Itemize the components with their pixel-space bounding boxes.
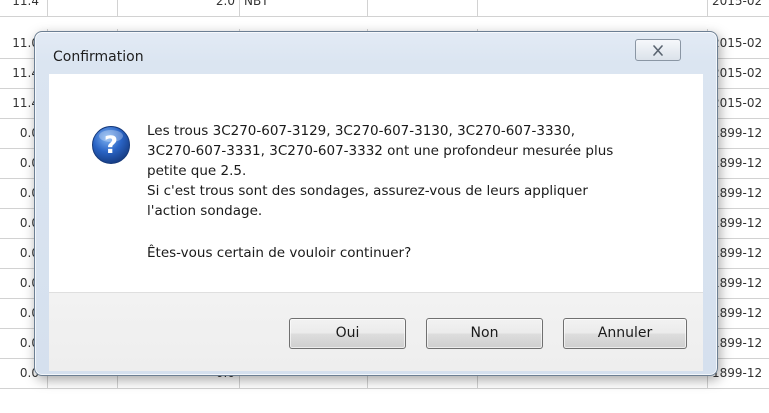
confirm-question: Êtes-vous certain de vouloir continuer? xyxy=(147,245,412,261)
confirmation-dialog: Confirmation ? Les trous 3C270-607-3129,… xyxy=(34,31,718,376)
message-line: Si c'est trous sont des sondages, assure… xyxy=(147,183,588,199)
dialog-message: Les trous 3C270-607-3129, 3C270-607-3130… xyxy=(147,121,687,263)
message-line: Les trous 3C270-607-3129, 3C270-607-3130… xyxy=(147,123,576,139)
grid-cell[interactable] xyxy=(478,0,708,16)
grid-cell[interactable]: NBT xyxy=(240,0,368,16)
message-line: petite que 2.5. xyxy=(147,163,247,179)
table-row[interactable]: 11.4 2.0 NBT 2015-02 xyxy=(0,0,769,17)
close-button[interactable] xyxy=(635,39,681,61)
grid-cell[interactable] xyxy=(48,0,118,16)
message-line: l'action sondage. xyxy=(147,203,263,219)
question-icon: ? xyxy=(91,125,131,165)
grid-cell[interactable]: 2015-02 xyxy=(708,0,769,16)
close-x-icon xyxy=(652,41,664,60)
screen: 11.4 2.0 NBT 2015-02 11.0 2015-02 11.4 2… xyxy=(0,0,769,413)
grid-cell[interactable]: 11.4 xyxy=(0,0,48,16)
yes-button[interactable]: Oui xyxy=(289,318,406,349)
grid-cell[interactable]: 2.0 xyxy=(118,0,240,16)
grid-cell[interactable] xyxy=(368,0,478,16)
message-line: 3C270-607-3331, 3C270-607-3332 ont une p… xyxy=(147,143,614,159)
svg-text:?: ? xyxy=(104,131,118,159)
no-button[interactable]: Non xyxy=(426,318,543,349)
cancel-button[interactable]: Annuler xyxy=(563,318,687,349)
dialog-title: Confirmation xyxy=(53,49,144,65)
